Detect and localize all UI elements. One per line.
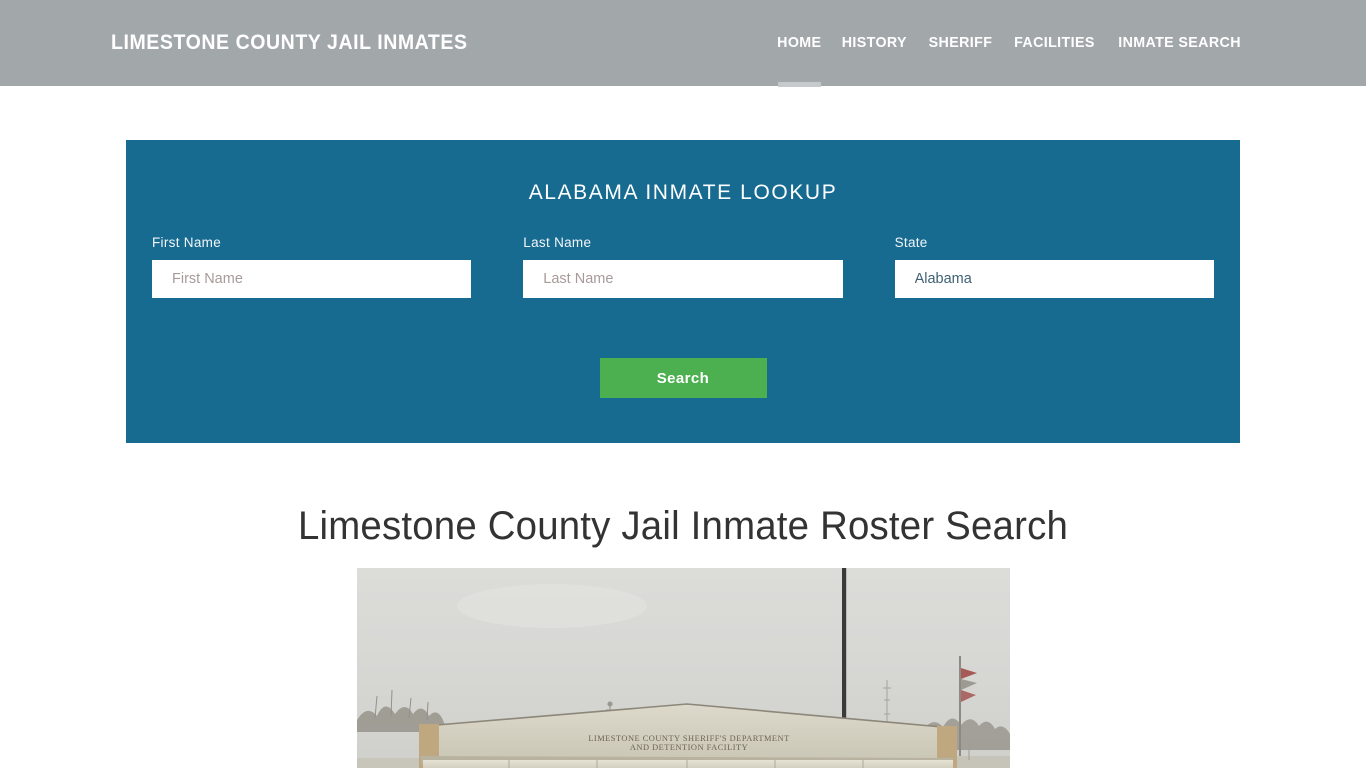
- last-name-input[interactable]: [523, 260, 843, 298]
- nav-item-facilities[interactable]: FACILITIES: [1006, 33, 1104, 52]
- lookup-panel-title: ALABAMA INMATE LOOKUP: [528, 181, 838, 204]
- facility-photo-image: LIMESTONE COUNTY SHERIFF'S DEPARTMENT AN…: [357, 568, 1010, 768]
- site-header: LIMESTONE COUNTY JAIL INMATES HOME HISTO…: [0, 0, 1366, 87]
- field-group-last-name: Last Name: [497, 235, 868, 298]
- last-name-label: Last Name: [523, 235, 592, 250]
- nav-item-history[interactable]: HISTORY: [834, 33, 916, 52]
- nav-item-sheriff[interactable]: SHERIFF: [920, 33, 1001, 52]
- main-navigation: HOME HISTORY SHERIFF FACILITIES INMATE S…: [767, 33, 1253, 87]
- search-button[interactable]: Search: [599, 358, 767, 398]
- lookup-fields-row: First Name Last Name State Alabama: [126, 235, 1240, 298]
- page-title: Limestone County Jail Inmate Roster Sear…: [297, 504, 1069, 548]
- search-button-wrapper: Search: [126, 358, 1240, 398]
- first-name-input[interactable]: [152, 260, 472, 298]
- svg-text:LIMESTONE COUNTY SHERIFF'S DEP: LIMESTONE COUNTY SHERIFF'S DEPARTMENT: [588, 734, 789, 743]
- site-logo[interactable]: LIMESTONE COUNTY JAIL INMATES: [111, 31, 468, 55]
- field-group-state: State Alabama: [869, 235, 1240, 298]
- state-select[interactable]: Alabama: [894, 260, 1214, 298]
- nav-item-inmate-search[interactable]: INMATE SEARCH: [1110, 33, 1250, 52]
- nav-item-home[interactable]: HOME: [768, 33, 829, 87]
- facility-photo: LIMESTONE COUNTY SHERIFF'S DEPARTMENT AN…: [357, 568, 1010, 768]
- first-name-label: First Name: [152, 235, 222, 250]
- svg-text:AND DETENTION FACILITY: AND DETENTION FACILITY: [630, 743, 748, 752]
- field-group-first-name: First Name: [126, 235, 497, 298]
- inmate-lookup-panel: ALABAMA INMATE LOOKUP First Name Last Na…: [126, 140, 1240, 443]
- state-label: State: [894, 235, 928, 250]
